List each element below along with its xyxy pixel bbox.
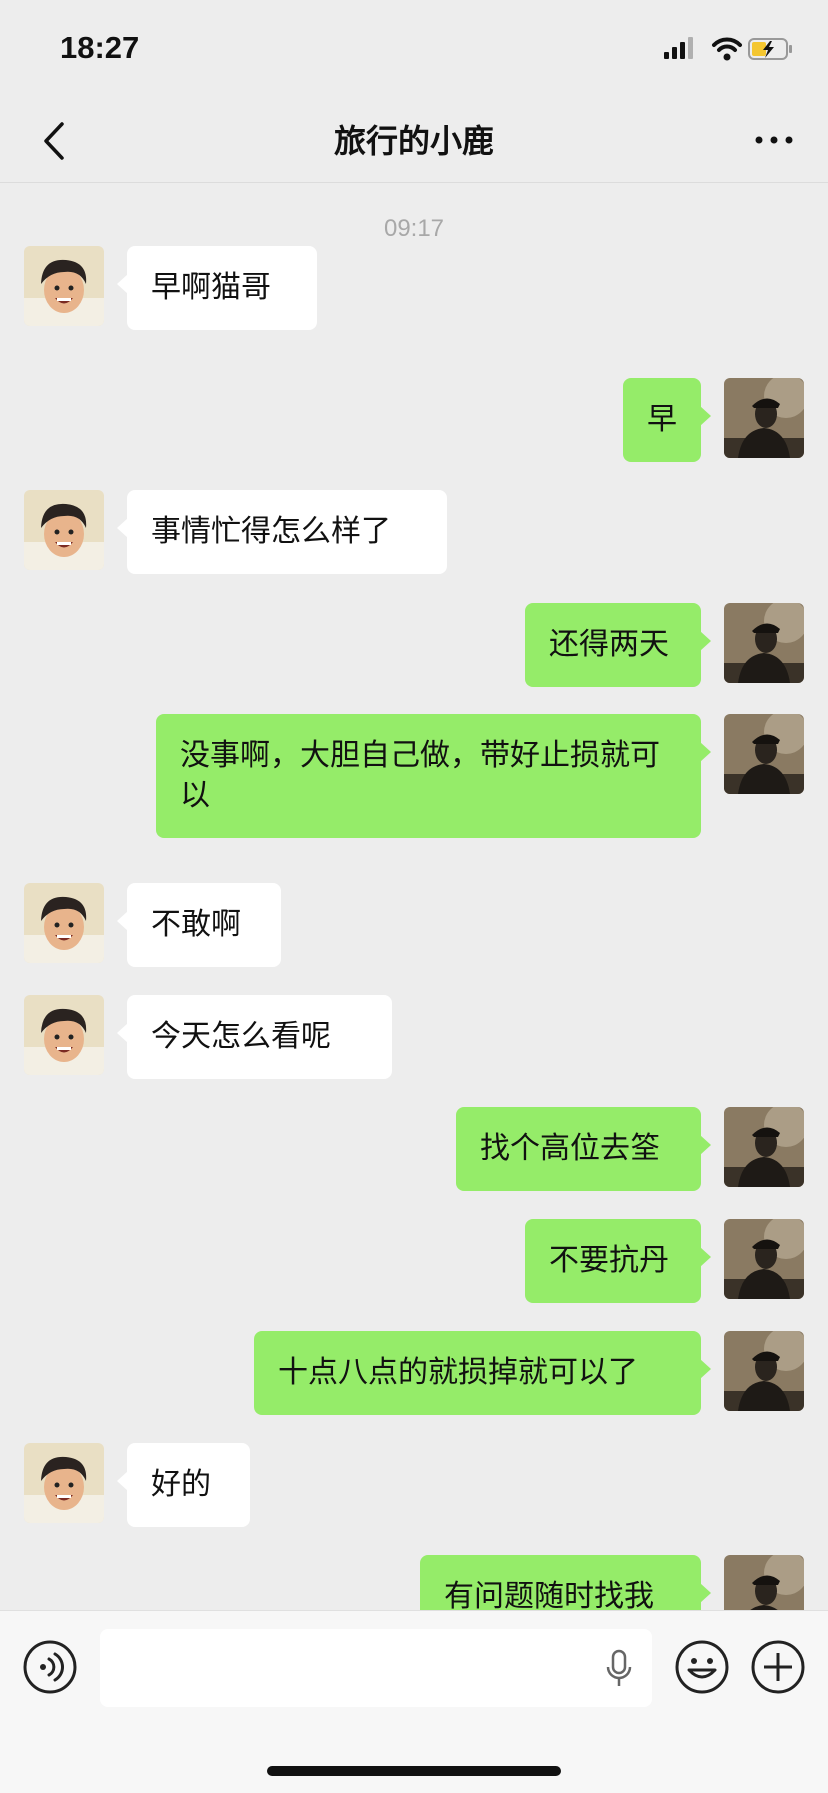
received-message-bubble[interactable]: 事情忙得怎么样了 — [117, 490, 447, 574]
received-message-bubble[interactable]: 好的 — [117, 1443, 250, 1527]
home-indicator[interactable] — [267, 1766, 561, 1776]
wifi-icon — [712, 37, 742, 61]
nav-bar: 旅行的小鹿 — [0, 100, 828, 183]
plus-icon[interactable] — [750, 1639, 806, 1695]
my-avatar[interactable] — [724, 378, 804, 458]
emoji-icon[interactable] — [674, 1639, 730, 1695]
mic-icon[interactable] — [604, 1649, 634, 1689]
sent-message-bubble[interactable]: 找个高位去筌 — [456, 1107, 711, 1191]
more-icon[interactable] — [754, 130, 794, 150]
status-time: 18:27 — [60, 30, 140, 65]
my-avatar[interactable] — [724, 1107, 804, 1187]
chat-title: 旅行的小鹿 — [333, 122, 494, 160]
battery-icon — [748, 38, 792, 60]
my-avatar[interactable] — [724, 714, 804, 794]
message-timestamp: 09:17 — [383, 215, 445, 242]
my-avatar[interactable] — [724, 1331, 804, 1411]
message-input[interactable] — [100, 1629, 652, 1707]
contact-avatar[interactable] — [24, 883, 104, 963]
sent-message-bubble[interactable]: 早 — [623, 378, 711, 462]
received-message-bubble[interactable]: 不敢啊 — [117, 883, 281, 967]
received-message-bubble[interactable]: 早啊猫哥 — [117, 246, 317, 330]
input-bar — [0, 1610, 828, 1793]
voice-icon[interactable] — [22, 1639, 78, 1695]
received-message-bubble[interactable]: 今天怎么看呢 — [117, 995, 392, 1079]
status-bar: 18:27 — [0, 0, 828, 100]
sent-message-bubble[interactable]: 十点八点的就损掉就可以了 — [254, 1331, 711, 1415]
contact-avatar[interactable] — [24, 1443, 104, 1523]
contact-avatar[interactable] — [24, 246, 104, 326]
my-avatar[interactable] — [724, 603, 804, 683]
my-avatar[interactable] — [724, 1555, 804, 1610]
sent-message-bubble[interactable]: 不要抗丹 — [525, 1219, 711, 1303]
my-avatar[interactable] — [724, 1219, 804, 1299]
status-icons — [664, 37, 792, 61]
contact-avatar[interactable] — [24, 490, 104, 570]
sent-message-bubble[interactable]: 没事啊，大胆自己做，带好止损就可以 — [156, 714, 711, 838]
sent-message-bubble[interactable]: 有问题随时找我 — [420, 1555, 711, 1610]
contact-avatar[interactable] — [24, 995, 104, 1075]
chat-area[interactable]: 09:17 早啊猫哥早事情忙得怎么样了 还得两天没事啊，大胆自己做，带好止损就可以… — [0, 183, 828, 1610]
signal-icon — [664, 37, 693, 59]
sent-message-bubble[interactable]: 还得两天 — [525, 603, 711, 687]
